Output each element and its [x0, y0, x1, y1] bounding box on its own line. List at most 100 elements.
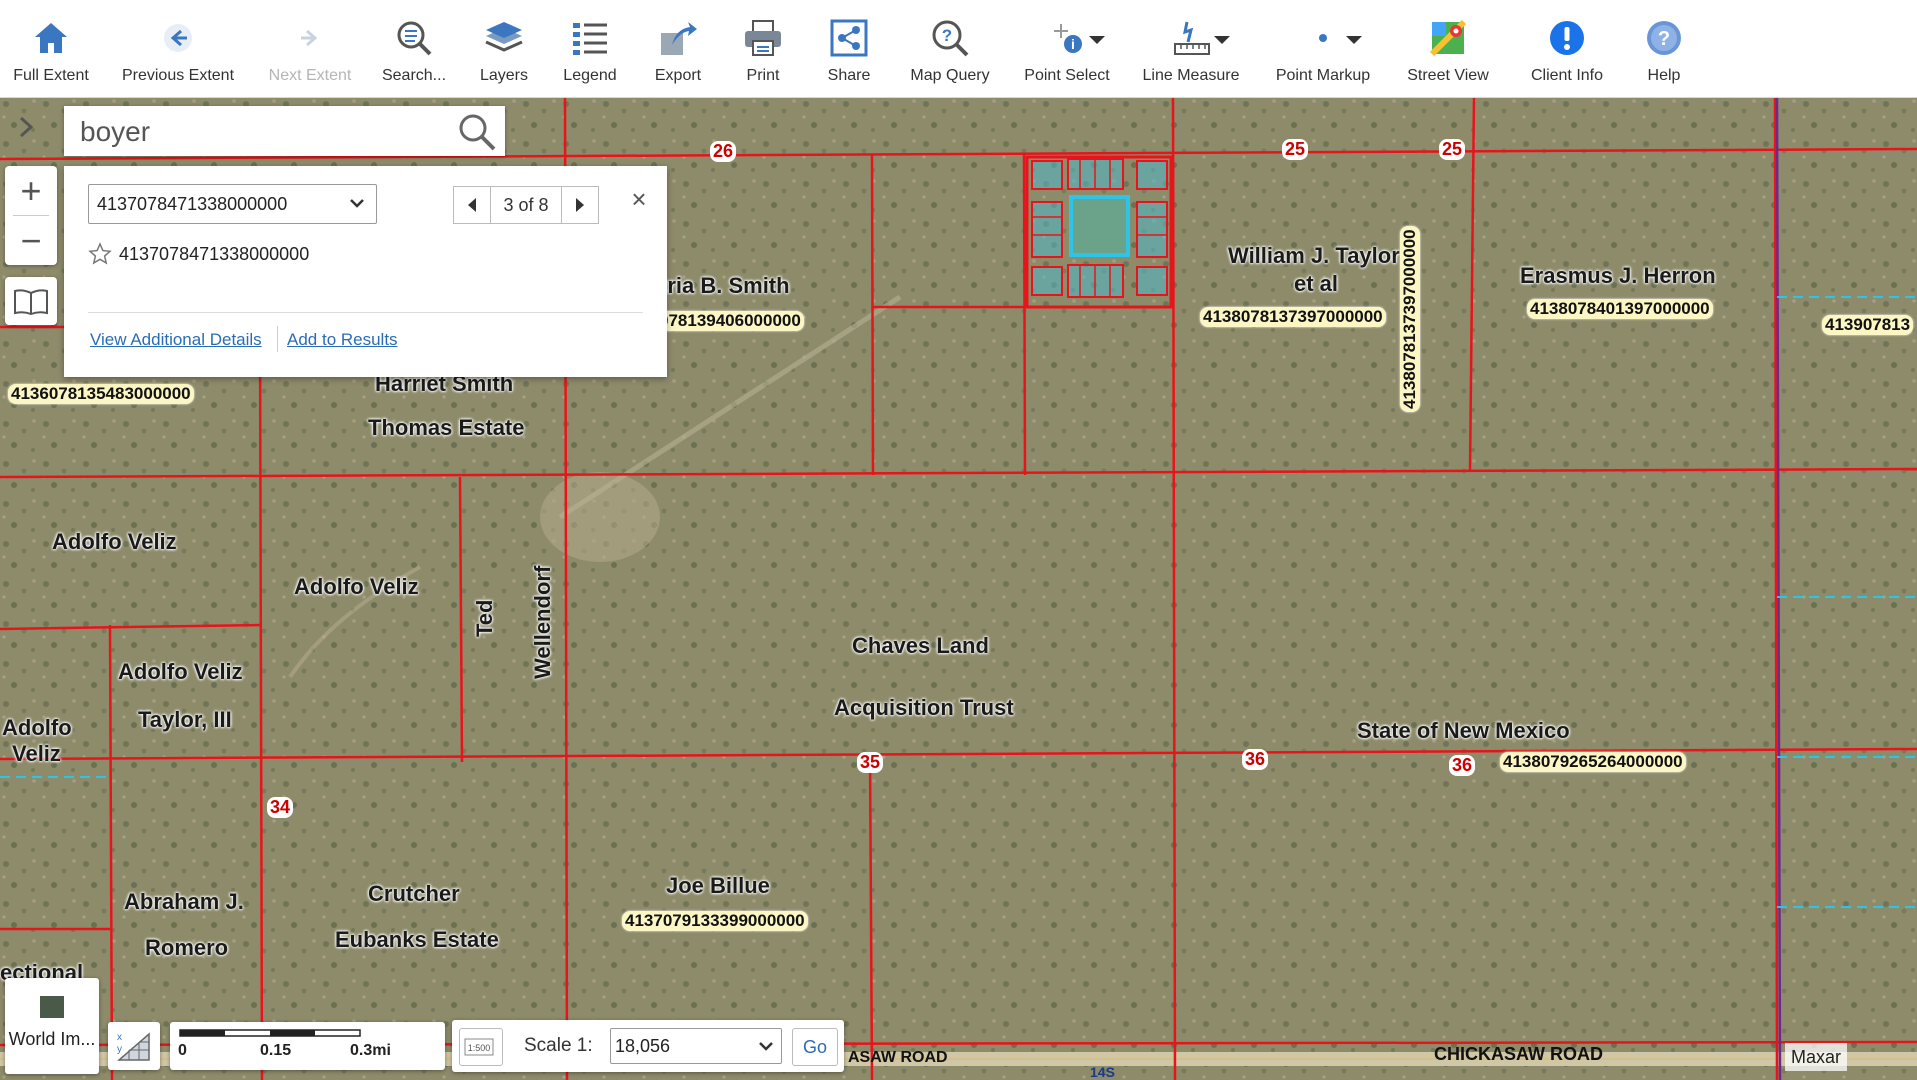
result-counter: 3 of 8 [491, 186, 561, 224]
basemap-label: World Im... [8, 1029, 96, 1049]
expand-panel-button[interactable] [0, 97, 52, 157]
parcel-id-label: 413907813 [1822, 315, 1914, 335]
previous-result-button[interactable] [453, 186, 491, 224]
search-icon [459, 114, 496, 151]
search-tool-button[interactable]: Search... [378, 0, 450, 97]
owner-label: State of New Mexico [1357, 718, 1570, 743]
full-extent-button[interactable]: Full Extent [8, 0, 94, 97]
print-button[interactable]: Print [734, 0, 792, 97]
map-query-icon: ? [932, 20, 969, 57]
toolbar: Full Extent Previous Extent Next Extent … [0, 0, 1917, 98]
previous-extent-button[interactable]: Previous Extent [118, 0, 238, 97]
owner-label: Adolfo Veliz [294, 574, 419, 599]
add-to-results-link[interactable]: Add to Results [287, 330, 398, 350]
book-icon [14, 289, 48, 315]
parcel-select[interactable]: 4137078471338000000 [88, 184, 377, 224]
zoom-control: + − [5, 166, 57, 265]
road-label: CHICKASAW ROAD [1434, 1044, 1603, 1064]
result-pager: 3 of 8 [453, 186, 599, 224]
star-icon[interactable] [88, 242, 112, 266]
owner-label: Erasmus J. Herron [1520, 263, 1716, 288]
parcel-id-label: 4137079133399000000 [622, 911, 808, 931]
layers-button[interactable]: Layers [474, 0, 534, 97]
link-separator [277, 326, 278, 352]
export-button[interactable]: Export [646, 0, 710, 97]
search-box [64, 106, 505, 156]
share-button[interactable]: Share [820, 0, 878, 97]
chevron-down-icon [1214, 36, 1230, 44]
scale-select[interactable]: 18,056 [610, 1028, 782, 1064]
parcel-id-label: 4138079265264000000 [1500, 752, 1686, 772]
parcel-id-label: 078139406000000 [656, 311, 804, 331]
owner-label: et al [1294, 271, 1339, 296]
basemap-thumbnail [40, 996, 64, 1018]
scale-tick: 0 [178, 1042, 187, 1059]
section-number: 34 [267, 797, 294, 818]
go-button[interactable]: Go [792, 1028, 838, 1066]
popup-divider [88, 312, 643, 313]
point-markup-button[interactable]: Point Markup [1268, 0, 1378, 97]
section-number: 36 [1242, 749, 1269, 770]
point-select-button[interactable]: i Point Select [1020, 0, 1114, 97]
owner-label: Ted [472, 599, 497, 637]
parcel-id-label: 4136078135483000000 [8, 384, 194, 404]
zoom-in-button[interactable]: + [5, 166, 57, 215]
basemap-toggle[interactable]: World Im... [5, 978, 99, 1074]
road-label: ASAW ROAD [848, 1049, 948, 1066]
scale-label: Scale 1: [524, 1035, 593, 1056]
svg-text:1:500: 1:500 [468, 1043, 491, 1053]
legend-icon [573, 23, 607, 55]
coordinate-grid-button[interactable]: xy [108, 1022, 160, 1070]
map-query-button[interactable]: ? Map Query [904, 0, 996, 97]
triangle-right-icon [576, 198, 584, 212]
svg-text:i: i [1071, 36, 1075, 52]
scale-preset-button[interactable]: 1:500 [459, 1028, 503, 1066]
search-list-icon [397, 21, 432, 56]
chevron-down-icon [1089, 36, 1105, 44]
client-info-button[interactable]: Client Info [1520, 0, 1614, 97]
owner-label: Eubanks Estate [335, 927, 499, 952]
bookmarks-button[interactable] [5, 277, 57, 325]
svg-text:?: ? [942, 26, 952, 45]
next-extent-button[interactable]: Next Extent [262, 0, 358, 97]
next-result-button[interactable] [561, 186, 599, 224]
legend-button[interactable]: Legend [555, 0, 625, 97]
close-popup-button[interactable]: × [626, 186, 652, 212]
owner-label: Adolfo Veliz [52, 529, 177, 554]
help-button[interactable]: ? Help [1640, 0, 1688, 97]
scale-bar: 0 0.15 0.3mi [170, 1022, 445, 1070]
line-measure-button[interactable]: Line Measure [1138, 0, 1244, 97]
search-button[interactable] [457, 112, 497, 152]
ruler-icon [1174, 21, 1210, 55]
street-view-icon [1429, 19, 1467, 57]
attribution: Maxar [1785, 1043, 1848, 1071]
zoom-out-button[interactable]: − [5, 216, 57, 265]
scale-control: 1:500 Scale 1: 18,056 Go [452, 1020, 844, 1072]
street-view-button[interactable]: Street View [1400, 0, 1496, 97]
point-markup-dropdown[interactable] [1343, 32, 1365, 48]
section-number: 25 [1282, 139, 1309, 160]
share-icon [830, 19, 868, 57]
triangle-left-icon [468, 198, 476, 212]
svg-text:?: ? [1658, 28, 1670, 50]
owner-label: tria B. Smith [660, 273, 790, 298]
parcel-id-label: 4138078401397000000 [1527, 299, 1713, 319]
info-icon [1550, 21, 1584, 55]
point-select-dropdown[interactable] [1086, 32, 1108, 48]
owner-label: Adolfo Veliz [118, 659, 243, 684]
back-arrow-icon [164, 24, 192, 52]
grid-icon: xy [116, 1032, 150, 1061]
search-input[interactable] [78, 112, 442, 152]
svg-text:y: y [117, 1044, 122, 1055]
owner-label: Abraham J. [124, 889, 244, 914]
owner-label: Romero [145, 935, 229, 960]
selected-parcel[interactable] [1069, 195, 1130, 257]
line-measure-dropdown[interactable] [1211, 32, 1233, 48]
owner-label: Veliz [12, 741, 61, 766]
owner-label: Chaves Land [852, 633, 989, 658]
parcel-id-label: 4138078137397000000 [1400, 226, 1420, 412]
view-details-link[interactable]: View Additional Details [90, 330, 262, 350]
road-label: 14S [1090, 1064, 1115, 1080]
chevron-right-icon [19, 116, 34, 138]
section-number: 26 [710, 141, 737, 162]
